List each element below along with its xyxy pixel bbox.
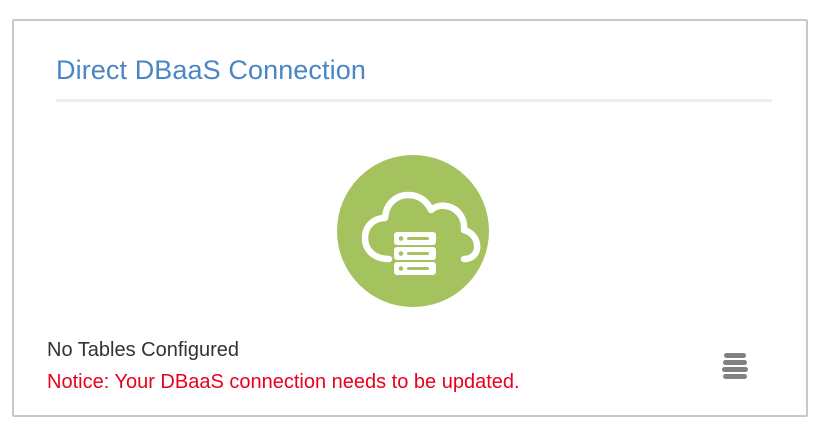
dbaas-connection-card: Direct DBaaS Connection No Tables Config…: [12, 19, 808, 417]
status-text: No Tables Configured: [47, 339, 239, 361]
cloud-database-icon: [337, 155, 489, 307]
update-notice: Notice: Your DBaaS connection needs to b…: [47, 371, 520, 393]
card-title: Direct DBaaS Connection: [56, 55, 366, 85]
menu-icon-graphic: [722, 353, 748, 379]
stacked-menu-icon[interactable]: [720, 352, 750, 382]
cloud-database-graphic: [361, 191, 481, 275]
title-divider: [56, 99, 772, 102]
